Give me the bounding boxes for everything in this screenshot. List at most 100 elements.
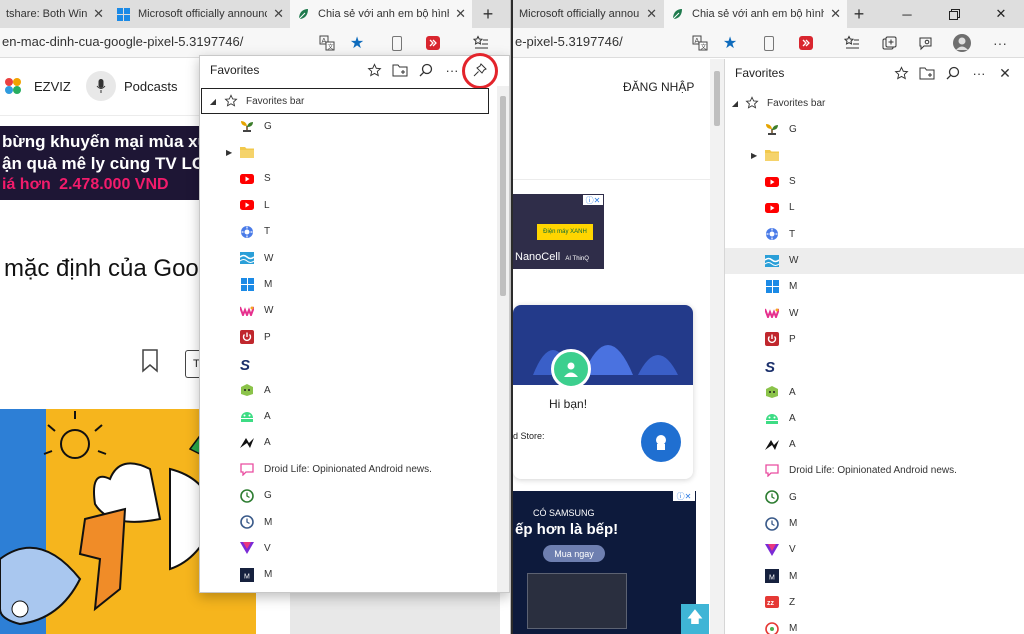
more-options-icon[interactable]: ··· (442, 60, 462, 80)
close-tab-icon[interactable]: ✕ (93, 6, 104, 22)
ad-samsung[interactable]: CÓ SAMSUNG ếp hơn là bếp! Mua ngay ⓘ✕ (513, 491, 696, 634)
favorites-folder[interactable]: ▶ (200, 139, 493, 165)
favorites-bar-root[interactable]: ◢ Favorites bar (201, 88, 489, 114)
collections-icon[interactable] (878, 33, 900, 53)
add-folder-icon[interactable] (917, 63, 937, 83)
favorite-item[interactable]: L (725, 195, 1024, 221)
ad-choices-icon[interactable]: ⓘ✕ (583, 195, 603, 205)
favorite-star-icon[interactable]: ★ (346, 33, 368, 53)
collapse-caret-icon[interactable]: ◢ (725, 99, 745, 108)
extension-red-icon[interactable] (795, 33, 817, 53)
favorite-item[interactable]: A (200, 430, 493, 456)
tab-chia-se[interactable]: Chia sẻ với anh em bộ hình n ✕ (664, 0, 847, 28)
favorite-item[interactable]: Droid Life: Opinionated Android news. (725, 458, 1024, 484)
favorite-item[interactable]: MM (200, 562, 493, 588)
phone-icon[interactable] (386, 33, 408, 53)
favorite-item[interactable]: L (200, 192, 493, 218)
maximize-button[interactable] (931, 0, 977, 28)
favorite-item[interactable]: S (725, 353, 1024, 379)
favorites-bar-root[interactable]: ◢ Favorites bar (725, 90, 1024, 116)
add-folder-icon[interactable] (390, 60, 410, 80)
url-field[interactable]: e-pixel-5.3197746/ (515, 34, 623, 49)
favorite-item[interactable]: S (200, 351, 493, 377)
favorite-item[interactable]: G (725, 484, 1024, 510)
new-tab-button[interactable]: + (474, 0, 502, 28)
favorite-item[interactable]: M (200, 271, 493, 297)
translate-icon[interactable]: A文 (316, 33, 338, 53)
favorite-item[interactable]: W (200, 298, 493, 324)
tab-tshare[interactable]: tshare: Both Windo ✕ (0, 0, 110, 28)
feedback-icon[interactable] (914, 33, 936, 53)
favorite-item[interactable]: P (200, 324, 493, 350)
favorite-item[interactable]: A (725, 405, 1024, 431)
favorite-item[interactable]: M (725, 511, 1024, 537)
close-window-button[interactable]: ✕ (978, 0, 1024, 28)
login-link[interactable]: ĐĂNG NHẬP (623, 80, 694, 94)
collapse-caret-icon[interactable]: ◢ (202, 97, 224, 106)
page-scrollbar-thumb[interactable] (714, 71, 720, 126)
ad-choices-icon[interactable]: ⓘ✕ (673, 491, 695, 501)
expand-caret-icon[interactable]: ▶ (226, 148, 232, 157)
favorites-folder[interactable]: ▶ (725, 142, 1024, 168)
favorite-item[interactable]: A (200, 377, 493, 403)
close-tab-icon[interactable]: ✕ (830, 6, 841, 22)
nav-podcasts[interactable]: Podcasts (124, 79, 177, 94)
favorite-item[interactable]: MM (725, 563, 1024, 589)
favorites-hub-icon[interactable] (841, 33, 863, 53)
promo-banner[interactable]: bừng khuyến mại mùa xuân ận quà mê ly cù… (0, 126, 200, 200)
ad-lg-nanocell[interactable]: Điện máy XANH NanoCell AI ThinQ ⓘ✕ (513, 194, 604, 269)
bookmark-icon[interactable] (141, 349, 159, 376)
favorite-star-icon[interactable]: ★ (719, 33, 741, 53)
favorite-item[interactable]: W (725, 300, 1024, 326)
tab-microsoft[interactable]: Microsoft officially announce ✕ (513, 0, 663, 28)
favorite-item[interactable]: T (200, 219, 493, 245)
close-tab-icon[interactable]: ✕ (455, 6, 466, 22)
favorite-item[interactable]: W (200, 245, 493, 271)
scrollbar-thumb[interactable] (500, 96, 506, 296)
add-favorite-star-icon[interactable] (364, 60, 384, 80)
favorite-item[interactable]: zz Z (725, 589, 1024, 615)
favorite-item[interactable]: G (725, 116, 1024, 142)
scroll-to-top-button[interactable]: 🡅 (681, 604, 709, 634)
favorite-item[interactable]: W (725, 247, 1024, 274)
favorite-item[interactable]: P (725, 326, 1024, 352)
tab-chia-se[interactable]: Chia sẻ với anh em bộ hình n ✕ (290, 0, 472, 28)
settings-menu-icon[interactable]: ··· (989, 33, 1011, 53)
favorite-item[interactable]: M (725, 274, 1024, 300)
favorite-item[interactable]: A (725, 432, 1024, 458)
close-tab-icon[interactable]: ✕ (273, 6, 284, 22)
url-field[interactable]: en-mac-dinh-cua-google-pixel-5.3197746/ (2, 34, 243, 49)
favorite-item[interactable]: G (200, 483, 493, 509)
tab-microsoft[interactable]: Microsoft officially announce ✕ (110, 0, 290, 28)
more-options-icon[interactable]: ··· (969, 63, 989, 83)
favorite-item[interactable]: V (200, 535, 493, 561)
favorite-item[interactable]: A (200, 403, 493, 429)
phone-icon[interactable] (758, 33, 780, 53)
favorite-item[interactable]: M (725, 616, 1024, 634)
ad2-buy-button[interactable]: Mua ngay (543, 545, 605, 562)
minimize-button[interactable]: ─ (884, 0, 930, 28)
favorite-item[interactable]: Droid Life: Opinionated Android news. (200, 456, 493, 482)
favorite-item[interactable]: S (725, 169, 1024, 195)
search-icon[interactable] (416, 60, 436, 80)
extension-red-icon[interactable] (422, 33, 444, 53)
favorite-item[interactable]: A (725, 379, 1024, 405)
favorites-hub-icon[interactable] (470, 33, 492, 53)
favorite-item[interactable]: S (200, 166, 493, 192)
favorite-item[interactable]: V (725, 537, 1024, 563)
favorite-item[interactable]: T (725, 221, 1024, 247)
favorite-item[interactable]: G (200, 113, 493, 139)
expand-caret-icon[interactable]: ▶ (751, 151, 757, 160)
new-tab-button[interactable]: + (845, 0, 873, 28)
page-scrollbar[interactable] (710, 59, 724, 634)
favorite-item-label: A (789, 386, 796, 398)
search-icon[interactable] (943, 63, 963, 83)
close-tab-icon[interactable]: ✕ (646, 6, 657, 22)
close-sidebar-icon[interactable]: ✕ (995, 63, 1015, 83)
nav-ezviz[interactable]: EZVIZ (34, 79, 71, 94)
translate-icon[interactable]: A文 (689, 33, 711, 53)
store-app-icon[interactable] (641, 422, 681, 462)
add-favorite-star-icon[interactable] (891, 63, 911, 83)
profile-avatar[interactable] (951, 33, 973, 53)
favorite-item[interactable]: M (200, 509, 493, 535)
